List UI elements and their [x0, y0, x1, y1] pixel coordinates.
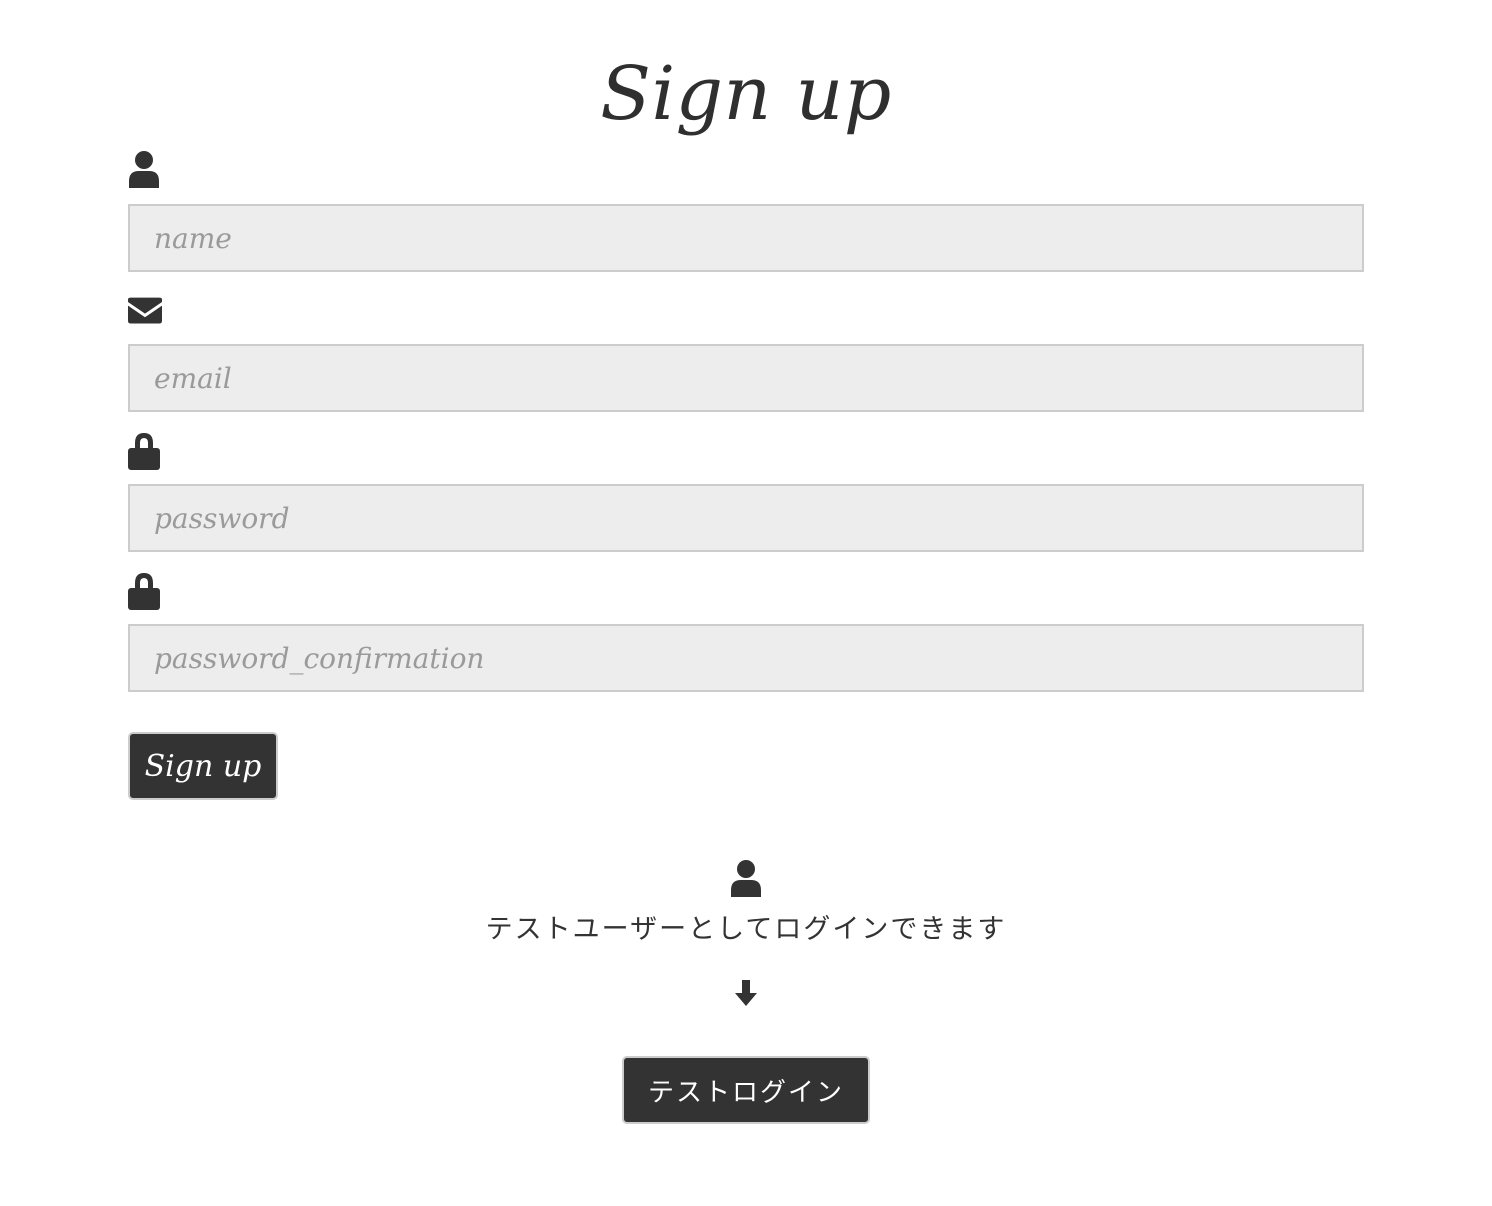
test-login-message: テストユーザーとしてログインできます [485, 914, 1007, 945]
name-input[interactable] [128, 204, 1364, 272]
arrow-down-icon [735, 980, 757, 1006]
password-confirmation-input[interactable] [128, 624, 1364, 692]
user-icon [129, 151, 159, 188]
test-login-button[interactable]: テストログイン [622, 1056, 870, 1124]
lock-icon [128, 433, 160, 470]
lock-icon [128, 573, 160, 610]
envelope-icon [128, 297, 162, 324]
email-input[interactable] [128, 344, 1364, 412]
page-title: Sign up [600, 51, 892, 137]
password-input[interactable] [128, 484, 1364, 552]
signup-button[interactable]: Sign up [128, 732, 278, 800]
user-icon [731, 860, 761, 897]
